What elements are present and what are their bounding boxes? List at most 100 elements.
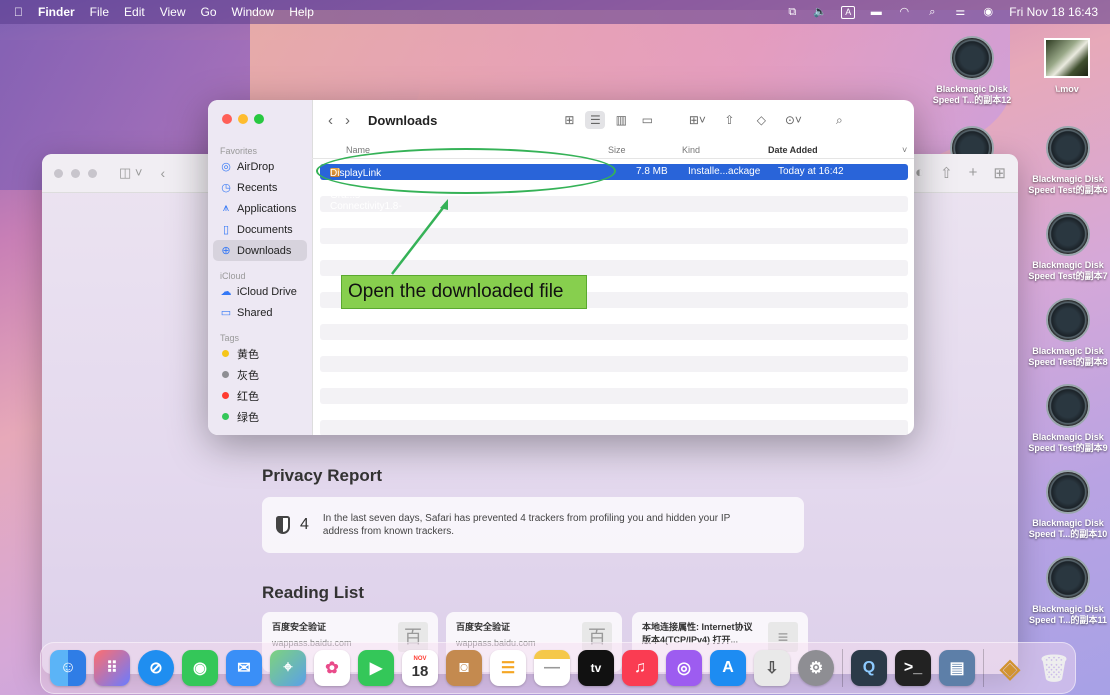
sidebar-item-recents[interactable]: ◷ Recents [208,177,312,198]
column-view-icon[interactable]: ▥ [611,111,631,129]
facetime-icon[interactable]: ▶ [358,650,394,686]
icon-view-icon[interactable]: ⊞ [559,111,579,129]
desktop-icon-mov[interactable]: \.mov [1025,38,1109,95]
photos-icon[interactable]: ✿ [314,650,350,686]
zoom-button[interactable] [254,114,264,124]
new-tab-icon[interactable]: + [969,164,978,182]
screen-mirror-icon[interactable]: ⧉ [785,6,799,18]
close-button[interactable] [54,168,63,178]
contacts-icon[interactable]: ◙ [446,650,482,686]
privacy-icon[interactable]: ◐ [915,164,924,182]
sidebar-item-label: Recents [237,181,278,194]
menu-edit[interactable]: Edit [124,5,145,19]
desktop-icon-blackmagic[interactable] [930,126,1014,154]
sidebar-item-label: Shared [237,306,273,319]
apple-menu-icon[interactable]:  [14,5,23,19]
control-center-icon[interactable]: ⚌ [953,6,967,18]
tab-overview-icon[interactable]: ⊞ [993,164,1006,182]
speedometer-icon [950,36,994,80]
desktop-icon-blackmagic[interactable]: Blackmagic Disk Speed Test的副本6 [1026,126,1110,196]
sidebar-item-icloud-drive[interactable]: ☁ iCloud Drive [208,281,312,302]
sidebar-tag-red[interactable]: 红色 [208,385,312,406]
sidebar-tag-green[interactable]: 绿色 [208,406,312,427]
quicktime-icon[interactable]: Q [851,650,887,686]
menu-window[interactable]: Window [232,5,275,19]
sidebar-toggle-icon[interactable]: ◫ ˅ [119,165,143,181]
favorites-header: Favorites [220,146,258,156]
desktop-icon-blackmagic[interactable]: Blackmagic Disk Speed Test的副本7 [1026,212,1110,282]
menu-app-name[interactable]: Finder [38,5,75,19]
column-date-added[interactable]: Date Added [768,145,818,155]
sidebar-tag-gray[interactable]: 灰色 [208,364,312,385]
search-icon[interactable]: ⌕ [925,6,939,18]
system-preferences-icon[interactable]: ⚙ [798,650,834,686]
minimize-button[interactable] [238,114,248,124]
shared-folder-icon: ▭ [220,307,232,319]
minimize-button[interactable] [71,168,80,178]
privacy-report-card[interactable]: 4 In the last seven days, Safari has pre… [262,497,804,553]
gallery-view-icon[interactable]: ▭ [637,111,657,129]
sidebar-item-downloads[interactable]: ⊕ Downloads [213,240,307,261]
wifi-icon[interactable]: ◠ [897,6,911,18]
preview-icon[interactable]: ▤ [939,650,975,686]
column-kind[interactable]: Kind [682,145,700,155]
sidebar-item-shared[interactable]: ▭ Shared [208,302,312,323]
maps-icon[interactable]: ⌖ [270,650,306,686]
desktop-icon-blackmagic[interactable]: Blackmagic Disk Speed Test的副本8 [1026,298,1110,368]
share-icon[interactable]: ⇧ [719,111,739,129]
reminders-icon[interactable]: ☰ [490,650,526,686]
safari-icon[interactable]: ⊘ [138,650,174,686]
mail-icon[interactable]: ✉ [226,650,262,686]
sidebar-tag-yellow[interactable]: 黄色 [208,343,312,364]
menu-go[interactable]: Go [201,5,217,19]
volume-icon[interactable]: 🔈 [813,6,827,18]
launchpad-icon[interactable]: ⠿ [94,650,130,686]
terminal-icon[interactable]: >_ [895,650,931,686]
forward-icon[interactable]: › [345,112,350,129]
app-store-icon[interactable]: A [710,650,746,686]
highlight-ellipse [316,148,616,194]
downloads-stack-icon[interactable]: ◈ [992,650,1028,686]
battery-icon[interactable]: ▬ [869,6,883,18]
notes-icon[interactable]: — [534,650,570,686]
messages-icon[interactable]: ◉ [182,650,218,686]
icloud-header: iCloud [220,271,246,281]
desktop-icon-blackmagic[interactable]: Blackmagic Disk Speed T...的副本10 [1026,470,1110,540]
calendar-icon[interactable]: NOV 18 [402,650,438,686]
desktop-icon-blackmagic[interactable]: Blackmagic Disk Speed T...的副本12 [930,36,1014,106]
sidebar-item-airdrop[interactable]: ◎ AirDrop [208,156,312,177]
list-view-icon[interactable]: ☰ [585,111,606,129]
shield-icon [276,516,290,534]
zoom-button[interactable] [88,168,97,178]
sidebar-item-label: 绿色 [237,411,259,424]
installer-icon[interactable]: ⇩ [754,650,790,686]
sidebar-item-applications[interactable]: ⩚ Applications [208,198,312,219]
sidebar-item-documents[interactable]: ▯ Documents [208,219,312,240]
search-icon[interactable]: ⌕ [829,111,849,129]
menu-file[interactable]: File [90,5,109,19]
menu-help[interactable]: Help [289,5,314,19]
close-button[interactable] [222,114,232,124]
desktop-icon-blackmagic[interactable]: Blackmagic Disk Speed Test的副本9 [1026,384,1110,454]
desktop-icon-blackmagic[interactable]: Blackmagic Disk Speed T...的副本11 [1026,556,1110,626]
back-icon[interactable]: ‹ [328,112,333,129]
speedometer-icon [1046,470,1090,514]
podcasts-icon[interactable]: ◎ [666,650,702,686]
trash-icon[interactable]: 🗑 [1036,650,1072,686]
annotation-arrow [391,199,448,275]
more-actions-icon[interactable]: ⊙˅ [783,111,803,129]
group-by-icon[interactable]: ⊞˅ [687,111,707,129]
back-icon[interactable]: ‹ [161,165,166,181]
menu-clock[interactable]: Fri Nov 18 16:43 [1009,5,1098,19]
finder-icon[interactable]: ☺ [50,650,86,686]
column-size[interactable]: Size [608,145,626,155]
document-icon: ▯ [222,224,230,236]
share-icon[interactable]: ⇧ [940,164,953,182]
empty-row [320,404,908,420]
tag-icon[interactable]: ◇ [751,111,771,129]
menu-view[interactable]: View [160,5,186,19]
siri-icon[interactable]: ◉ [981,6,995,18]
input-source-icon[interactable]: A [841,5,856,19]
tv-icon[interactable]: tv [578,650,614,686]
music-icon[interactable]: ♫ [622,650,658,686]
